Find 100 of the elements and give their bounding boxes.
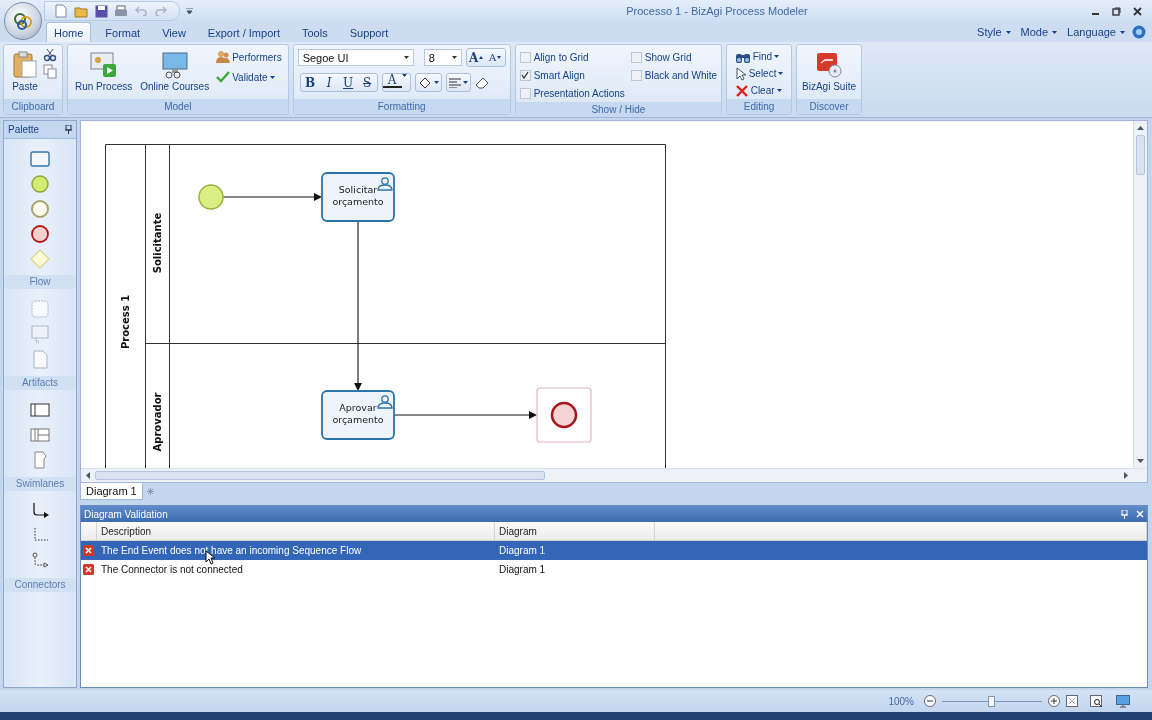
diagram-tab[interactable]: Diagram 1 <box>80 483 143 500</box>
user-icon <box>377 395 393 409</box>
shrink-font-button[interactable]: A <box>485 49 505 66</box>
zoom-out-icon[interactable] <box>924 695 936 707</box>
column-header[interactable]: Description <box>97 522 495 541</box>
editing-button[interactable]: Find <box>732 48 786 65</box>
editing-button[interactable]: Clear <box>732 82 786 99</box>
font-field[interactable]: Segoe UI <box>297 49 414 66</box>
scrollbar-thumb[interactable] <box>1136 135 1145 175</box>
zoom-page-icon[interactable] <box>1090 695 1104 707</box>
task-node[interactable]: Solicitar orçamento <box>321 172 395 222</box>
caret-icon <box>1005 30 1011 34</box>
checkbox[interactable] <box>519 87 531 99</box>
print-icon[interactable] <box>113 3 129 19</box>
checkbox-option[interactable]: Smart Align <box>519 66 625 84</box>
customize-caret-icon[interactable] <box>186 8 193 14</box>
run-process-button[interactable]: Run Process <box>72 48 136 95</box>
menu-button[interactable]: Style <box>974 23 1014 41</box>
window-title: Processo 1 - BizAgi Process Modeler <box>625 5 809 17</box>
table-cell-text: The Connector is not connected <box>100 564 244 575</box>
zoom-in-icon[interactable] <box>1048 695 1060 707</box>
scroll-left-icon[interactable] <box>83 472 93 479</box>
close-icon <box>734 83 749 98</box>
header-corner <box>81 522 97 541</box>
validation-row[interactable]: The Connector is not connected Diagram 1 <box>81 560 1147 579</box>
group-label: Clipboard <box>4 99 62 114</box>
menu-button[interactable]: Language <box>1064 23 1128 41</box>
performers-button[interactable]: Performers <box>214 48 284 66</box>
caret-icon <box>451 56 457 59</box>
scroll-right-icon[interactable] <box>1121 472 1131 479</box>
fit-page-icon[interactable] <box>1066 695 1078 707</box>
zoom-level: 100% <box>888 695 914 707</box>
caret-icon <box>774 55 780 58</box>
zoom-slider[interactable] <box>942 696 1042 706</box>
paste-button[interactable]: Paste <box>9 48 41 95</box>
ribbon-tab[interactable]: Home <box>46 22 92 42</box>
scrollbar-thumb[interactable] <box>95 471 545 480</box>
close-icon[interactable] <box>1133 6 1142 16</box>
caret-icon <box>497 56 502 59</box>
ribbon-tab[interactable]: View <box>154 22 194 42</box>
end-event-icon[interactable] <box>28 223 52 245</box>
restore-icon[interactable] <box>1112 6 1121 16</box>
text-style-button[interactable]: S <box>357 74 377 91</box>
table-cell-text: Diagram 1 <box>498 564 547 575</box>
grow-font-button[interactable]: A <box>466 49 486 66</box>
new-tab-icon[interactable] <box>146 488 154 495</box>
checkbox[interactable] <box>519 51 531 63</box>
align-left-icon <box>448 77 461 88</box>
scroll-down-icon[interactable] <box>1137 456 1144 466</box>
section-label: Artifacts <box>4 376 76 390</box>
start-event-icon[interactable] <box>28 173 52 195</box>
column-header[interactable]: Diagram <box>495 522 655 541</box>
ribbon-tab[interactable]: Tools <box>294 22 336 42</box>
group-label: Formatting <box>293 99 510 114</box>
start-event[interactable] <box>198 184 224 210</box>
bizagi-suite-button[interactable]: BizAgi Suite <box>801 48 857 95</box>
new-file-icon[interactable] <box>53 3 69 19</box>
pool-label: Process 1 <box>120 294 131 350</box>
up-caret-icon <box>479 56 484 59</box>
lane-label: Aprovador <box>152 392 163 452</box>
clipboard-icon <box>13 51 37 79</box>
caret-icon <box>1120 30 1125 34</box>
save-icon[interactable] <box>93 3 109 19</box>
ribbon-tab[interactable]: Support <box>341 22 397 42</box>
pin-icon[interactable] <box>65 125 72 134</box>
checkbox-option[interactable]: Show Grid <box>630 48 718 66</box>
ribbon-tab[interactable]: Format <box>97 22 149 42</box>
checkbox-option[interactable]: Presentation Actions <box>519 84 625 102</box>
checkbox-option[interactable]: Align to Grid <box>519 48 625 66</box>
text-style-button[interactable]: I <box>319 74 339 91</box>
menu-button[interactable]: Mode <box>1017 23 1061 41</box>
pointer-icon <box>734 66 747 81</box>
monitor-icon[interactable] <box>1116 694 1130 708</box>
scroll-up-icon[interactable] <box>1137 123 1144 133</box>
checkbox[interactable] <box>519 69 531 81</box>
eraser-icon[interactable] <box>474 76 489 89</box>
end-event[interactable] <box>550 401 578 429</box>
text-style-button[interactable]: B <box>300 74 320 91</box>
online-courses-button[interactable]: Online Courses <box>137 48 213 95</box>
task-icon[interactable] <box>28 148 52 170</box>
font-size-field[interactable]: 8 <box>423 49 462 66</box>
text-style-button[interactable]: U <box>338 74 358 91</box>
editing-button[interactable]: Select <box>732 65 786 82</box>
group-label: Discover <box>797 99 861 114</box>
ribbon-tab[interactable]: Export / Import <box>199 22 288 42</box>
caret-icon <box>462 81 468 84</box>
caret-icon <box>776 89 782 92</box>
error-icon <box>83 564 94 575</box>
help-icon[interactable] <box>1132 25 1146 39</box>
checkbox[interactable] <box>630 51 642 63</box>
scissors-icon[interactable] <box>42 48 57 62</box>
task-node[interactable]: Aprovar orçamento <box>321 390 395 440</box>
checkmark-icon <box>216 71 231 83</box>
checkbox[interactable] <box>630 69 642 81</box>
checkbox-option[interactable]: Black and White <box>630 66 718 84</box>
slider-thumb[interactable] <box>988 695 995 707</box>
paint-bucket-icon <box>417 76 432 89</box>
section-label: Swimlanes <box>4 477 76 491</box>
suite-disc-icon <box>815 51 843 79</box>
validate-button[interactable]: Validate <box>214 68 284 86</box>
